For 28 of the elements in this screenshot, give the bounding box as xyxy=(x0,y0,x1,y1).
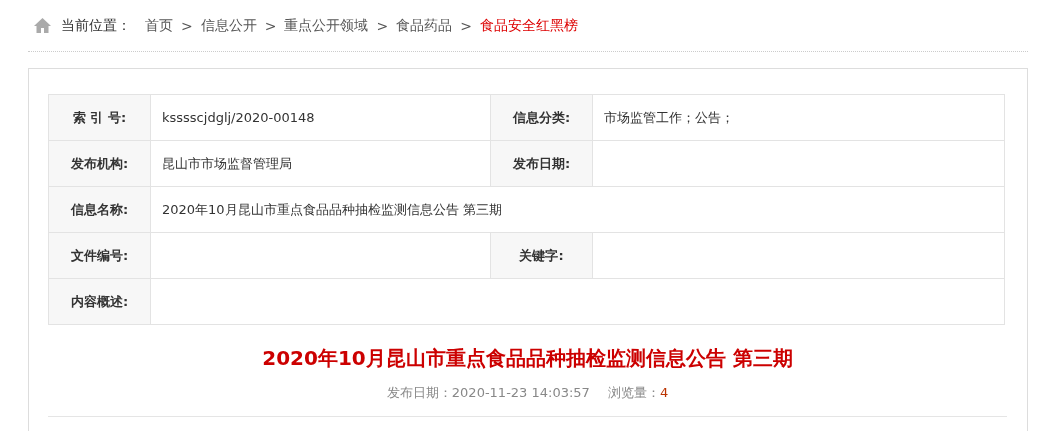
view-count: 4 xyxy=(659,385,669,400)
breadcrumb-link[interactable]: 食品安全红黑榜 xyxy=(479,16,578,35)
field-value: 市场监管工作；公告； xyxy=(592,94,1005,141)
breadcrumb-separator: > xyxy=(460,17,472,34)
home-icon xyxy=(34,18,51,33)
field-label: 信息名称: xyxy=(48,186,151,233)
field-label: 内容概述: xyxy=(48,278,151,325)
field-value: 2020年10月昆山市重点食品品种抽检监测信息公告 第三期 xyxy=(150,186,1005,233)
publish-date: 2020-11-23 14:03:57 xyxy=(451,385,590,400)
breadcrumb-link[interactable]: 食品药品 xyxy=(396,16,453,35)
field-value: 昆山市市场监督管理局 xyxy=(150,140,491,187)
views-label: 浏览量： xyxy=(607,385,660,400)
field-label: 信息分类: xyxy=(490,94,593,141)
breadcrumb-link[interactable]: 信息公开 xyxy=(200,16,257,35)
breadcrumb-separator: > xyxy=(376,17,389,34)
breadcrumb-separator: > xyxy=(181,17,193,34)
field-label: 关键字: xyxy=(490,232,593,279)
breadcrumb-separator: > xyxy=(264,17,277,34)
breadcrumb-link[interactable]: 重点公开领域 xyxy=(284,16,369,35)
field-value: ksssscjdglj/2020-00148 xyxy=(150,94,491,141)
breadcrumb-link[interactable]: 首页 xyxy=(145,16,173,35)
field-label: 发布机构: xyxy=(48,140,151,187)
field-label: 索 引 号: xyxy=(48,94,151,141)
field-label: 文件编号: xyxy=(48,232,151,279)
date-label: 发布日期： xyxy=(386,385,452,400)
article-title: 2020年10月昆山市重点食品品种抽检监测信息公告 第三期 xyxy=(261,345,794,372)
location-label: 当前位置： xyxy=(61,16,131,35)
field-label: 发布日期: xyxy=(490,140,593,187)
